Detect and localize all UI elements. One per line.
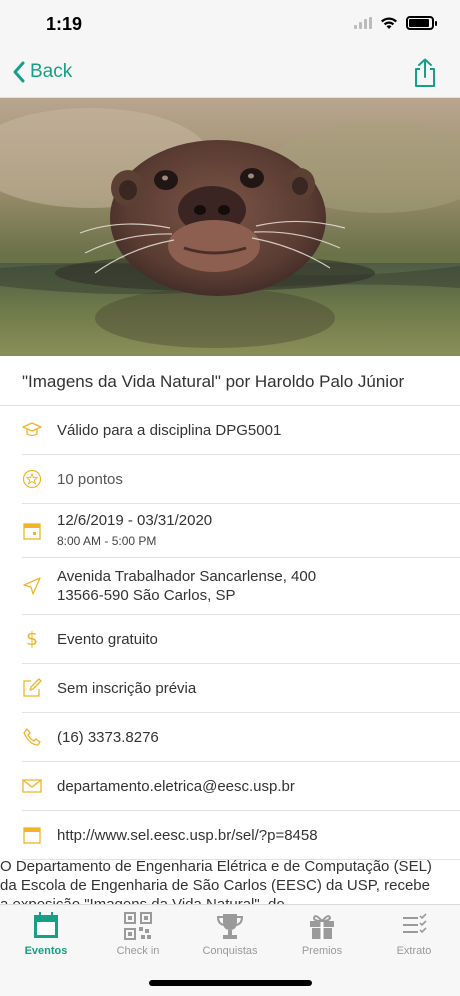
tab-premios[interactable]: Premios — [276, 911, 368, 965]
tab-label: Check in — [116, 945, 160, 957]
discipline-row: Válido para a disciplina DPG5001 — [22, 406, 460, 455]
registration-row: Sem inscrição prévia — [22, 664, 460, 713]
wifi-icon — [381, 16, 397, 29]
edit-icon — [22, 678, 42, 698]
graduation-cap-icon — [22, 420, 42, 440]
calendar-icon — [22, 521, 42, 541]
list-icon — [403, 913, 427, 934]
price-text: Evento gratuito — [57, 630, 158, 648]
registration-text: Sem inscrição prévia — [57, 679, 197, 697]
calendar-icon — [34, 912, 58, 938]
address-line-1: Avenida Trabalhador Sancarlense, 400 — [57, 568, 317, 585]
back-button[interactable]: Back — [12, 60, 72, 84]
discipline-text: Válido para a disciplina DPG5001 — [57, 421, 282, 439]
tab-extrato[interactable]: Extrato — [368, 911, 460, 965]
browser-icon — [22, 825, 42, 845]
points-text: 10 pontos — [57, 470, 123, 488]
tab-label: Conquistas — [202, 945, 258, 957]
navigation-bar: Back — [0, 50, 460, 98]
location-arrow-icon — [22, 576, 42, 596]
gift-icon — [310, 915, 334, 939]
status-bar: 1:19 — [0, 0, 460, 50]
tab-label: Premios — [301, 945, 343, 957]
phone-text: (16) 3373.8276 — [57, 728, 159, 746]
back-label: Back — [30, 61, 73, 82]
address-row[interactable]: Avenida Trabalhador Sancarlense, 400 135… — [22, 558, 460, 615]
address-line-2: 13566-590 São Carlos, SP — [57, 587, 236, 604]
tab-label: Extrato — [396, 945, 432, 957]
email-text: departamento.eletrica@eesc.usp.br — [57, 777, 295, 795]
event-title-row: "Imagens da Vida Natural" por Haroldo Pa… — [0, 356, 460, 406]
date-row: 12/6/2019 - 03/31/2020 8:00 AM - 5:00 PM — [22, 504, 460, 558]
status-icons — [354, 16, 437, 30]
battery-icon — [406, 16, 437, 30]
mail-icon — [22, 776, 42, 796]
home-indicator — [149, 980, 312, 986]
price-row: $ Evento gratuito — [22, 615, 460, 664]
event-description: O Departamento de Engenharia Elétrica e … — [0, 857, 460, 907]
qr-code-icon — [124, 912, 152, 940]
event-title: "Imagens da Vida Natural" por Haroldo Pa… — [22, 372, 405, 391]
share-button[interactable] — [412, 58, 438, 93]
points-row: 10 pontos — [22, 455, 460, 504]
signal-icon — [354, 17, 372, 29]
date-range: 12/6/2019 - 03/31/2020 — [57, 511, 213, 529]
phone-row[interactable]: (16) 3373.8276 — [22, 713, 460, 762]
tab-conquistas[interactable]: Conquistas — [184, 911, 276, 965]
star-badge-icon — [22, 469, 42, 489]
tab-label: Eventos — [24, 945, 68, 957]
phone-icon — [22, 727, 42, 747]
website-text: http://www.sel.eesc.usp.br/sel/?p=8458 — [57, 826, 318, 844]
email-row[interactable]: departamento.eletrica@eesc.usp.br — [22, 762, 460, 811]
website-row[interactable]: http://www.sel.eesc.usp.br/sel/?p=8458 — [22, 811, 460, 860]
tab-eventos[interactable]: Eventos — [0, 911, 92, 965]
status-time: 1:19 — [46, 14, 83, 34]
description-text: O Departamento de Engenharia Elétrica e … — [0, 858, 432, 907]
time-range: 8:00 AM - 5:00 PM — [57, 533, 157, 548]
event-details: "Imagens da Vida Natural" por Haroldo Pa… — [0, 356, 460, 860]
chevron-left-icon — [13, 61, 25, 83]
dollar-icon: $ — [25, 628, 39, 650]
trophy-icon — [216, 914, 244, 939]
tab-check-in[interactable]: Check in — [92, 911, 184, 965]
event-photo — [0, 98, 460, 356]
share-icon — [415, 58, 435, 87]
